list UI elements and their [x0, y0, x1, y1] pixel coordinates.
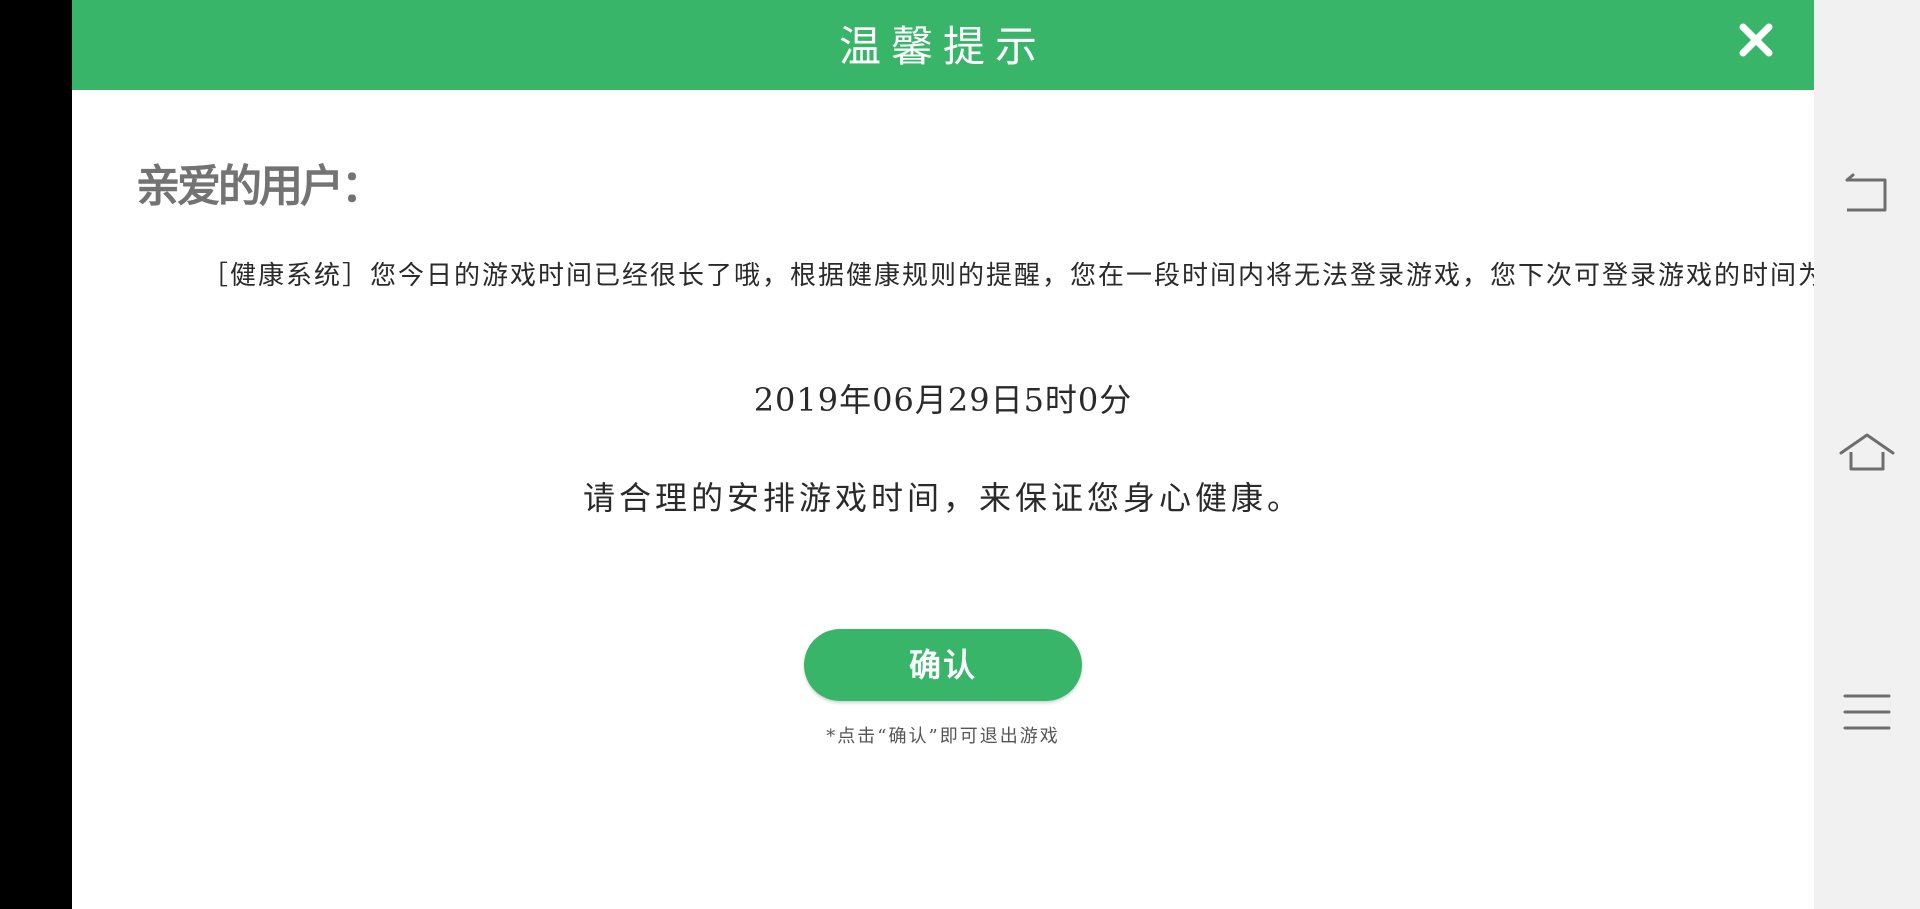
- dialog-header: 温馨提示: [72, 0, 1814, 90]
- menu-icon: [1843, 694, 1891, 730]
- back-button[interactable]: [1837, 165, 1897, 225]
- home-icon: [1839, 433, 1895, 471]
- dialog-title: 温馨提示: [838, 22, 1047, 71]
- back-icon: [1845, 173, 1887, 212]
- advice-text: 请合理的安排游戏时间，来保证您身心健康。: [582, 479, 1303, 517]
- next-login-time: 2019年06月29日5时0分: [753, 381, 1133, 419]
- reminder-dialog: 温馨提示 亲爱的用户： ［健康系统］您今日的游戏时间已经很长了哦，根据健康规则的…: [72, 0, 1824, 909]
- confirm-note: *点击“确认”即可退出游戏: [826, 726, 1060, 747]
- home-button[interactable]: [1837, 423, 1897, 483]
- close-icon: [1739, 23, 1773, 57]
- close-button[interactable]: [1732, 16, 1780, 64]
- health-message: ［健康系统］您今日的游戏时间已经很长了哦，根据健康规则的提醒，您在一段时间内将无…: [202, 261, 1827, 291]
- system-navigation-bar: [1814, 0, 1920, 909]
- confirm-button[interactable]: 确认: [804, 629, 1082, 701]
- screen: 温馨提示 亲爱的用户： ［健康系统］您今日的游戏时间已经很长了哦，根据健康规则的…: [0, 0, 1920, 909]
- greeting-heading: 亲爱的用户：: [136, 162, 385, 211]
- menu-button[interactable]: [1837, 682, 1897, 742]
